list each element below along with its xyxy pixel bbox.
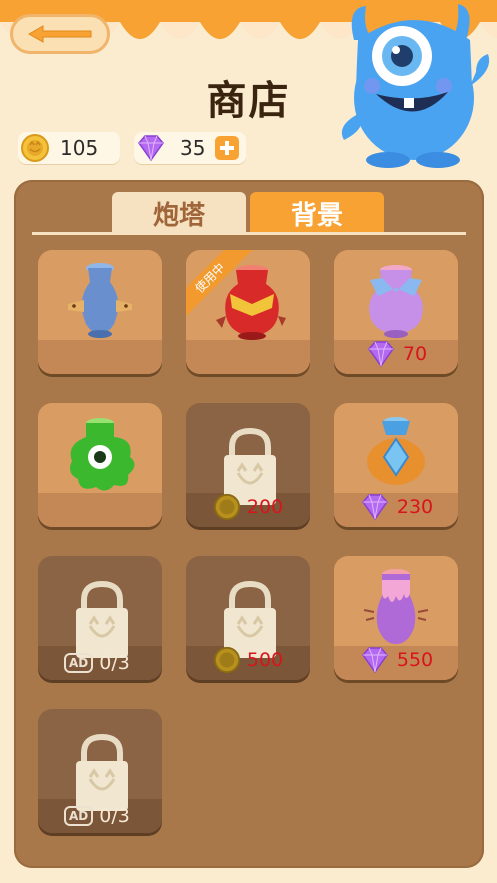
coin-icon <box>213 493 240 521</box>
coin-icon <box>21 134 49 162</box>
add-gems-button[interactable] <box>215 136 240 160</box>
tab-divider <box>32 232 466 235</box>
item-card-blue-gem-vase[interactable]: 230 <box>334 403 458 527</box>
price-value: 70 <box>402 343 428 365</box>
gem-icon <box>138 135 164 162</box>
ad-icon: AD <box>64 806 94 826</box>
gem-icon <box>361 494 388 521</box>
back-arrow-icon <box>27 25 92 43</box>
item-card-pink-drip-vase[interactable]: 550 <box>334 556 458 680</box>
price-tag: 230 <box>334 493 458 521</box>
item-card-blue-vase[interactable] <box>38 250 162 374</box>
item-card-locked-vase-6[interactable]: AD 0/3 <box>38 556 162 680</box>
item-card-locked-vase-7[interactable]: 500 <box>186 556 310 680</box>
coin-count: 105 <box>60 136 99 160</box>
ad-unlock-progress: AD 0/3 <box>64 805 130 827</box>
gem-icon <box>367 341 394 368</box>
ad-progress: 0/3 <box>99 805 130 827</box>
ad-unlock-progress: AD 0/3 <box>64 652 130 674</box>
ad-progress: 0/3 <box>99 652 130 674</box>
item-card-red-vase[interactable]: 使用中 <box>186 250 310 374</box>
item-card-locked-vase-9[interactable]: AD 0/3 <box>38 709 162 833</box>
green-monster-vase-icon <box>70 418 135 491</box>
gem-count: 35 <box>180 136 206 160</box>
tab-backgrounds[interactable]: 背景 <box>250 192 384 234</box>
price-tag: 70 <box>334 340 458 368</box>
gem-balance: 35 <box>134 132 246 164</box>
ad-icon: AD <box>64 653 94 673</box>
page-title: 商店 <box>206 78 291 124</box>
price-value: 550 <box>396 649 434 671</box>
shop-panel: 炮塔 背景 使用中 70 200 230 AD 0/3 500 550 AD 0… <box>14 180 484 868</box>
item-card-purple-vase[interactable]: 70 <box>334 250 458 374</box>
lock-icon <box>76 733 128 811</box>
tab-turrets[interactable]: 炮塔 <box>112 192 246 234</box>
plus-icon <box>220 141 235 155</box>
price-value: 500 <box>246 649 284 671</box>
price-tag: 200 <box>186 493 310 521</box>
blue-vase-icon <box>68 263 132 338</box>
item-card-green-monster-vase[interactable] <box>38 403 162 527</box>
gem-icon <box>361 647 388 674</box>
coin-icon <box>213 646 240 674</box>
price-tag: 550 <box>334 646 458 674</box>
item-card-locked-vase-4[interactable]: 200 <box>186 403 310 527</box>
coin-balance: 105 <box>18 132 120 164</box>
price-value: 200 <box>246 496 284 518</box>
price-tag: 500 <box>186 646 310 674</box>
lock-icon <box>76 580 128 658</box>
price-value: 230 <box>396 496 434 518</box>
back-button[interactable] <box>10 14 110 54</box>
